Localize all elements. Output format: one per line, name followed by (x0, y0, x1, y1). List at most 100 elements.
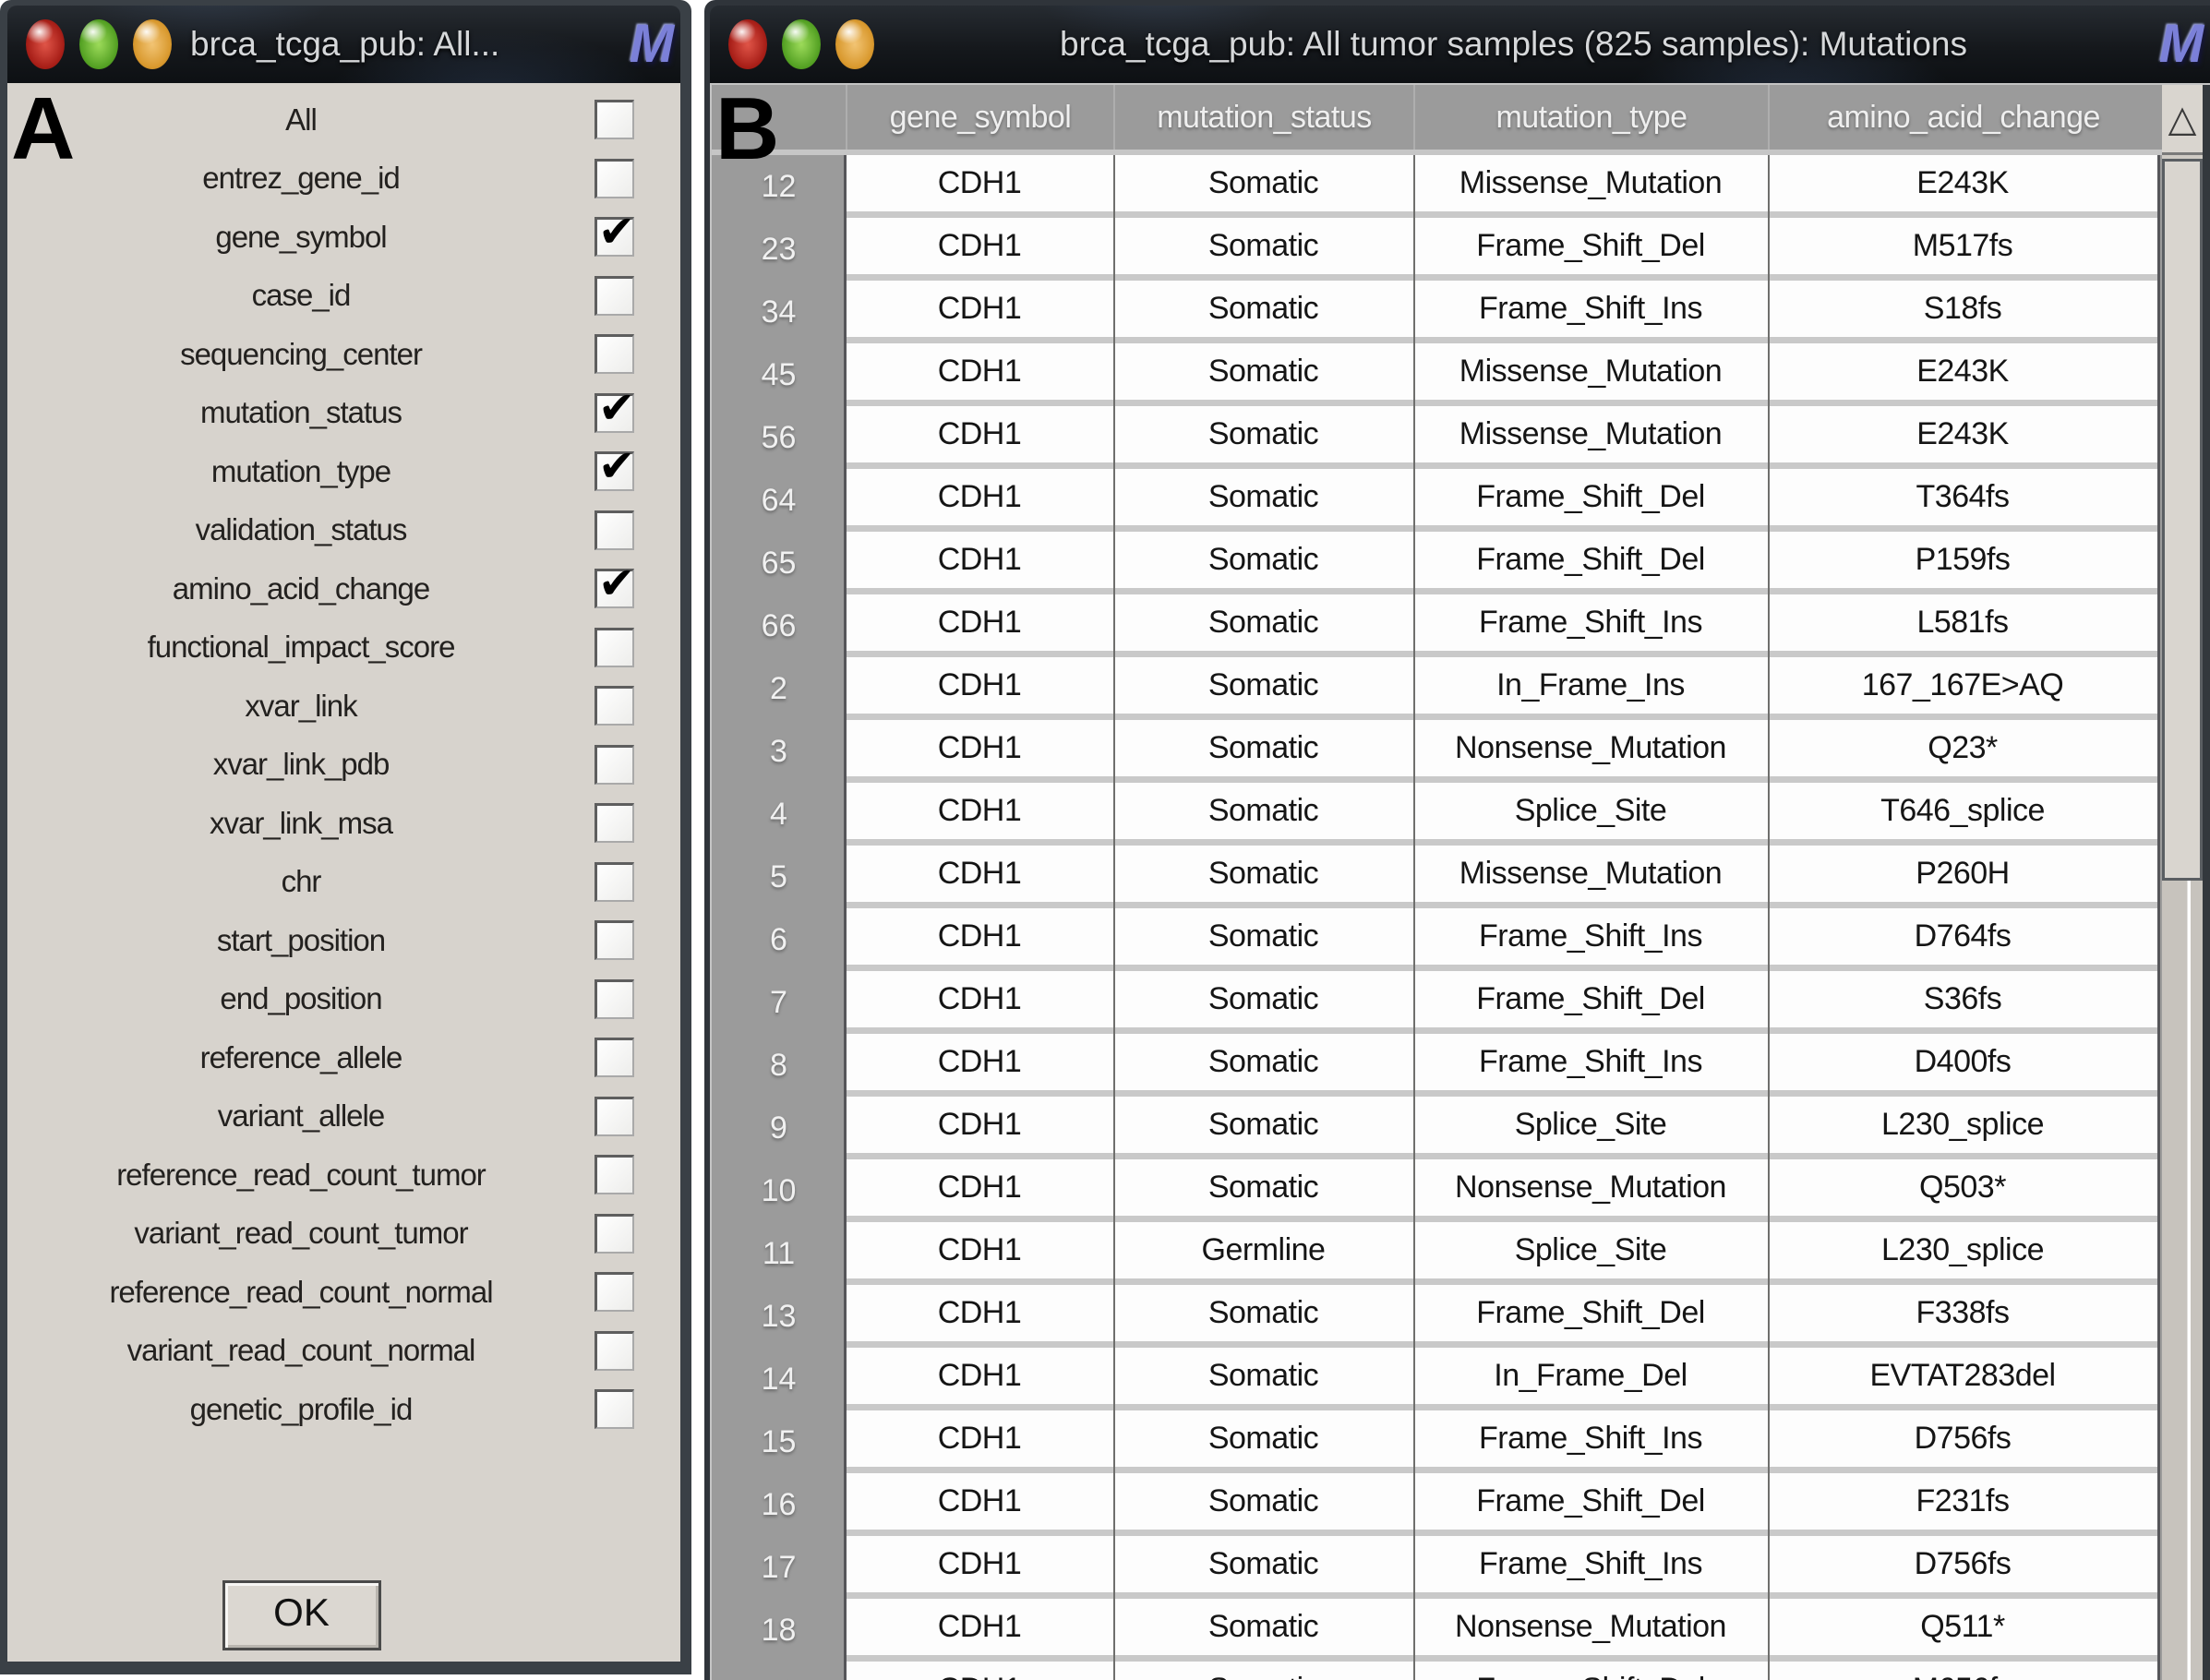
close-button[interactable] (26, 19, 65, 69)
checkbox-functional_impact_score[interactable] (595, 628, 634, 667)
scrollbar-trough[interactable] (2162, 881, 2203, 1680)
zoom-button[interactable] (79, 19, 118, 69)
minimize-button[interactable] (133, 19, 172, 69)
cell-mutation_type: Frame_Shift_Ins (1413, 908, 1768, 971)
field-label: mutation_type (7, 454, 595, 489)
table-row[interactable]: 65CDH1SomaticFrame_Shift_DelP159fs (712, 532, 2210, 594)
checkbox-entrez_gene_id[interactable] (595, 159, 634, 198)
field-row-variant_read_count_normal: variant_read_count_normal (7, 1322, 680, 1381)
table-row[interactable]: 14CDH1SomaticIn_Frame_DelEVTAT283del (712, 1348, 2210, 1410)
column-header-amino_acid_change[interactable]: amino_acid_change (1768, 85, 2157, 150)
minimize-button[interactable] (835, 19, 874, 69)
row-number: 18 (712, 1599, 846, 1662)
row-number: 13 (712, 1285, 846, 1348)
checkbox-case_id[interactable] (595, 276, 634, 316)
table-row[interactable]: 16CDH1SomaticFrame_Shift_DelF231fs (712, 1473, 2210, 1536)
checkbox-xvar_link_pdb[interactable] (595, 745, 634, 785)
check-mark-icon: ✔ (598, 562, 635, 606)
field-row-chr: chr (7, 853, 680, 912)
close-button[interactable] (728, 19, 767, 69)
vertical-scrollbar: △ (2158, 85, 2210, 1680)
field-label: sequencing_center (7, 337, 595, 372)
field-label: reference_read_count_normal (7, 1275, 595, 1310)
column-header-mutation_type[interactable]: mutation_type (1413, 85, 1768, 150)
checkbox-reference_read_count_tumor[interactable] (595, 1155, 634, 1194)
cell-gene_symbol: CDH1 (846, 1536, 1113, 1599)
table-row[interactable]: 13CDH1SomaticFrame_Shift_DelF338fs (712, 1285, 2210, 1348)
table-row[interactable]: 66CDH1SomaticFrame_Shift_InsL581fs (712, 594, 2210, 657)
table-row[interactable]: 17CDH1SomaticFrame_Shift_InsD756fs (712, 1536, 2210, 1599)
checkbox-mutation_type[interactable]: ✔ (595, 451, 634, 491)
cell-mutation_type: Missense_Mutation (1413, 343, 1768, 406)
checkbox-genetic_profile_id[interactable] (595, 1389, 634, 1429)
checkbox-amino_acid_change[interactable]: ✔ (595, 569, 634, 608)
table-row[interactable]: 3CDH1SomaticNonsense_MutationQ23* (712, 720, 2210, 783)
ok-button[interactable]: OK (222, 1580, 381, 1650)
checkbox-sequencing_center[interactable] (595, 334, 634, 374)
cell-amino_acid_change: D756fs (1768, 1410, 2157, 1473)
cell-mutation_status: Somatic (1113, 594, 1413, 657)
table-row[interactable]: 18CDH1SomaticNonsense_MutationQ511* (712, 1599, 2210, 1662)
checkbox-chr[interactable] (595, 862, 634, 902)
cell-gene_symbol: CDH1 (846, 720, 1113, 783)
cell-amino_acid_change: F231fs (1768, 1473, 2157, 1536)
table-row[interactable]: 8CDH1SomaticFrame_Shift_InsD400fs (712, 1034, 2210, 1097)
cell-amino_acid_change: P159fs (1768, 532, 2157, 594)
table-row[interactable]: 56CDH1SomaticMissense_MutationE243K (712, 406, 2210, 469)
cell-gene_symbol: CDH1 (846, 1222, 1113, 1285)
table-row[interactable]: 6CDH1SomaticFrame_Shift_InsD764fs (712, 908, 2210, 971)
cell-gene_symbol: CDH1 (846, 1034, 1113, 1097)
table-row[interactable]: 11CDH1GermlineSplice_SiteL230_splice (712, 1222, 2210, 1285)
cell-amino_acid_change: P260H (1768, 846, 2157, 908)
matrix-m-icon: M (623, 6, 680, 83)
row-number: 10 (712, 1159, 846, 1222)
titlebar: brca_tcga_pub: All tumor samples (825 sa… (710, 6, 2210, 83)
table-row[interactable]: 34CDH1SomaticFrame_Shift_InsS18fs (712, 281, 2210, 343)
cell-mutation_status: Somatic (1113, 1536, 1413, 1599)
table-row[interactable]: 5CDH1SomaticMissense_MutationP260H (712, 846, 2210, 908)
cell-amino_acid_change: Q511* (1768, 1599, 2157, 1662)
zoom-button[interactable] (782, 19, 821, 69)
table-row[interactable]: 12CDH1SomaticMissense_MutationE243K (712, 155, 2210, 218)
checkbox-variant_read_count_normal[interactable] (595, 1331, 634, 1371)
checkbox-gene_symbol[interactable]: ✔ (595, 217, 634, 257)
checkbox-variant_read_count_tumor[interactable] (595, 1214, 634, 1254)
row-number: 56 (712, 406, 846, 469)
scrollbar-thumb[interactable] (2162, 159, 2203, 881)
checkbox-start_position[interactable] (595, 920, 634, 960)
cell-amino_acid_change: L581fs (1768, 594, 2157, 657)
checkbox-validation_status[interactable] (595, 510, 634, 550)
scroll-up-button[interactable]: △ (2162, 85, 2203, 155)
column-header-mutation_status[interactable]: mutation_status (1113, 85, 1413, 150)
cell-mutation_type: Frame_Shift_Del (1413, 469, 1768, 532)
table-row[interactable]: 19CDH1SomaticFrame_Shift_DelM656fs (712, 1662, 2210, 1680)
table-row[interactable]: 7CDH1SomaticFrame_Shift_DelS36fs (712, 971, 2210, 1034)
checkbox-reference_read_count_normal[interactable] (595, 1272, 634, 1312)
column-header-gene_symbol[interactable]: gene_symbol (846, 85, 1113, 150)
cell-gene_symbol: CDH1 (846, 1599, 1113, 1662)
table-row[interactable]: 9CDH1SomaticSplice_SiteL230_splice (712, 1097, 2210, 1159)
cell-gene_symbol: CDH1 (846, 218, 1113, 281)
cell-mutation_type: Frame_Shift_Ins (1413, 1034, 1768, 1097)
table-row[interactable]: 45CDH1SomaticMissense_MutationE243K (712, 343, 2210, 406)
field-row-sequencing_center: sequencing_center (7, 325, 680, 384)
cell-amino_acid_change: T646_splice (1768, 783, 2157, 846)
checkbox-xvar_link_msa[interactable] (595, 803, 634, 843)
table-row[interactable]: 15CDH1SomaticFrame_Shift_InsD756fs (712, 1410, 2210, 1473)
field-label: entrez_gene_id (7, 161, 595, 196)
table-row[interactable]: 10CDH1SomaticNonsense_MutationQ503* (712, 1159, 2210, 1222)
checkbox-All[interactable] (595, 100, 634, 139)
table-row[interactable]: 2CDH1SomaticIn_Frame_Ins167_167E>AQ (712, 657, 2210, 720)
table-row[interactable]: 4CDH1SomaticSplice_SiteT646_splice (712, 783, 2210, 846)
checkbox-end_position[interactable] (595, 979, 634, 1019)
cell-mutation_type: Nonsense_Mutation (1413, 1159, 1768, 1222)
row-number: 9 (712, 1097, 846, 1159)
table-row[interactable]: 23CDH1SomaticFrame_Shift_DelM517fs (712, 218, 2210, 281)
checkbox-xvar_link[interactable] (595, 686, 634, 726)
table-row[interactable]: 64CDH1SomaticFrame_Shift_DelT364fs (712, 469, 2210, 532)
checkbox-mutation_status[interactable]: ✔ (595, 393, 634, 433)
cell-mutation_type: In_Frame_Ins (1413, 657, 1768, 720)
up-arrow-icon: △ (2168, 98, 2197, 140)
checkbox-variant_allele[interactable] (595, 1097, 634, 1136)
checkbox-reference_allele[interactable] (595, 1038, 634, 1077)
